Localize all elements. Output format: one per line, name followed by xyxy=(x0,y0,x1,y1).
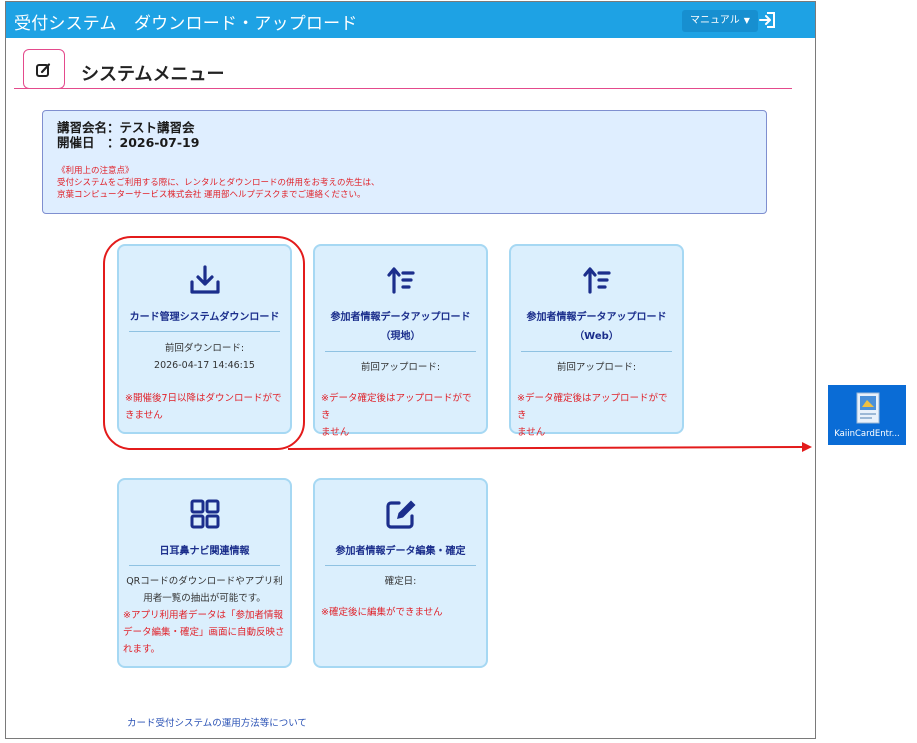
upload-web-title-line-1: 参加者情報データアップロード xyxy=(526,312,667,323)
edit-square-icon xyxy=(23,49,65,89)
note-line-1: ※アプリ利用者データは「参加者情報 xyxy=(123,610,283,621)
divider xyxy=(325,351,476,352)
desktop-file-icon[interactable]: KaiinCardEntr... xyxy=(828,385,906,445)
sort-upload-icon xyxy=(315,262,486,298)
edit-icon xyxy=(315,496,486,532)
confirm-date-label: 確定日: xyxy=(384,576,417,587)
title-underline xyxy=(14,88,792,89)
usage-notice: 《利用上の注意点》 受付システムをご利用する際に、レンタルとダウンロードの併用を… xyxy=(57,165,380,201)
top-bar: 受付システム ダウンロード・アップロード マニュアル ▼ xyxy=(6,2,815,38)
app-title: 受付システム ダウンロード・アップロード xyxy=(14,14,358,34)
lecture-name: 講習会名：テスト講習会 xyxy=(57,120,195,135)
navi-card-title: 日耳鼻ナビ関連情報 xyxy=(159,546,250,557)
notice-line-2: 京葉コンピューターサービス株式会社 運用部ヘルプデスクまでご連絡ください。 xyxy=(57,190,366,200)
logout-icon[interactable] xyxy=(758,11,778,29)
notice-title: 《利用上の注意点》 xyxy=(57,166,134,176)
warning-line-1: ※データ確定後はアップロードができ xyxy=(321,393,472,421)
divider xyxy=(325,565,476,566)
note-line-3: れます。 xyxy=(123,644,161,655)
file-icon xyxy=(856,392,880,424)
download-card-title: カード管理システムダウンロード xyxy=(129,312,280,323)
sort-upload-icon xyxy=(511,262,682,298)
operation-guide-link[interactable]: カード受付システムの運用方法等について xyxy=(127,715,307,729)
lecture-date: 開催日 ：2026-07-19 xyxy=(57,135,200,150)
upload-local-title-line-2: （現地） xyxy=(380,331,421,342)
warning-line-2: ません xyxy=(321,427,350,438)
upload-local-card[interactable]: 参加者情報データアップロード （現地） 前回アップロード: ※データ確定後はアッ… xyxy=(313,244,488,438)
warning-line-1: ※データ確定後はアップロードができ xyxy=(517,393,668,421)
desc-line-1: QRコードのダウンロードやアプリ利 xyxy=(126,576,283,587)
note-line-2: データ編集・確定」画面に自動反映さ xyxy=(123,627,285,638)
download-warning: ※開催後7日以降はダウンロードがで きません xyxy=(125,390,284,424)
last-upload-label: 前回アップロード: xyxy=(360,362,441,373)
download-icon xyxy=(119,262,290,298)
upload-web-title: 参加者情報データアップロード （Web） xyxy=(511,308,682,346)
edit-warning: ※確定後に編集ができません xyxy=(321,607,443,618)
last-download-value: 2026-04-17 14:46:15 xyxy=(154,360,255,371)
lecture-details: 講習会名：テスト講習会 開催日 ：2026-07-19 xyxy=(57,120,199,150)
caret-down-icon: ▼ xyxy=(743,16,750,25)
warning-line-2: きません xyxy=(125,410,163,421)
manual-dropdown[interactable]: マニュアル ▼ xyxy=(682,10,758,32)
divider xyxy=(129,331,280,332)
lecture-info-panel: 講習会名：テスト講習会 開催日 ：2026-07-19 《利用上の注意点》 受付… xyxy=(42,110,767,214)
upload-web-card[interactable]: 参加者情報データアップロード （Web） 前回アップロード: ※データ確定後はア… xyxy=(509,244,684,438)
desc-line-2: 用者一覧の抽出が可能です。 xyxy=(143,593,266,604)
upload-web-title-line-2: （Web） xyxy=(574,331,619,342)
divider xyxy=(521,351,672,352)
navi-info-card[interactable]: 日耳鼻ナビ関連情報 QRコードのダウンロードやアプリ利 用者一覧の抽出が可能です… xyxy=(117,478,292,668)
last-upload-label: 前回アップロード: xyxy=(556,362,637,373)
download-card[interactable]: カード管理システムダウンロード 前回ダウンロード: 2026-04-17 14:… xyxy=(117,244,292,434)
edit-card-title: 参加者情報データ編集・確定 xyxy=(335,546,466,557)
desktop-file-label: KaiinCardEntr... xyxy=(834,429,900,439)
upload-web-warning: ※データ確定後はアップロードができ ません xyxy=(517,390,676,441)
last-download-label: 前回ダウンロード: xyxy=(164,343,245,354)
warning-line-1: ※開催後7日以降はダウンロードがで xyxy=(125,393,282,404)
warning-line-2: ません xyxy=(517,427,546,438)
upload-local-title: 参加者情報データアップロード （現地） xyxy=(315,308,486,346)
divider xyxy=(129,565,280,566)
page-title: システムメニュー xyxy=(81,64,225,85)
edit-confirm-card[interactable]: 参加者情報データ編集・確定 確定日: ※確定後に編集ができません xyxy=(313,478,488,668)
annotation-arrow xyxy=(287,442,812,452)
grid-icon xyxy=(119,496,290,532)
app-window: 受付システム ダウンロード・アップロード マニュアル ▼ システムメニュー 講習会… xyxy=(5,1,816,739)
upload-local-warning: ※データ確定後はアップロードができ ません xyxy=(321,390,480,441)
navi-description: QRコードのダウンロードやアプリ利 用者一覧の抽出が可能です。 ※アプリ利用者デ… xyxy=(123,573,286,658)
upload-local-title-line-1: 参加者情報データアップロード xyxy=(330,312,471,323)
manual-label: マニュアル xyxy=(690,15,740,26)
notice-line-1: 受付システムをご利用する際に、レンタルとダウンロードの併用をお考えの先生は、 xyxy=(57,178,380,188)
